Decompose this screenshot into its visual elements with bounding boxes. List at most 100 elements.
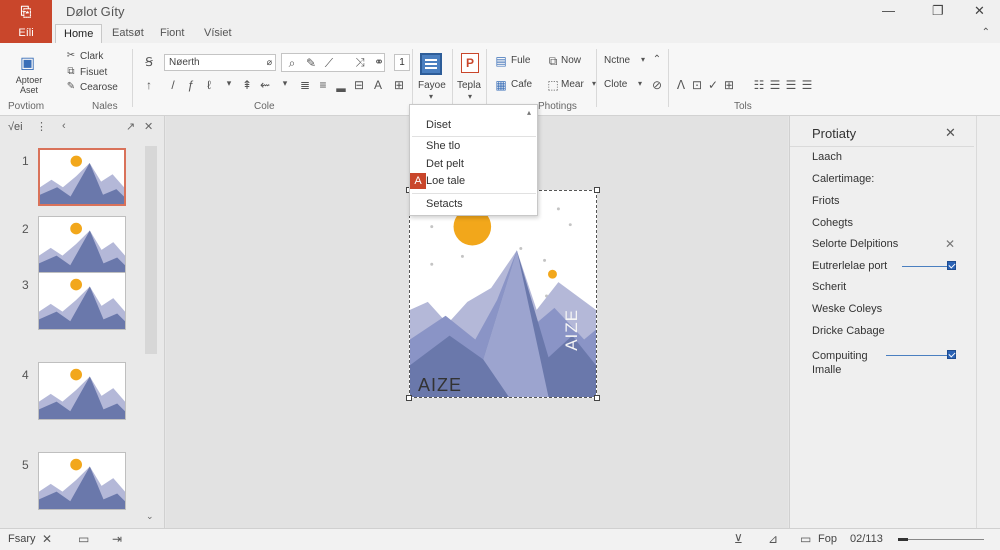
- collapse-ribbon-icon[interactable]: ⌃: [982, 27, 990, 38]
- slide-thumbnail[interactable]: [38, 452, 126, 510]
- template-label[interactable]: Tepla: [457, 80, 481, 91]
- pane-item-8[interactable]: Weske Coleys: [812, 303, 882, 315]
- slide-text-vertical[interactable]: AIZE: [562, 309, 582, 351]
- menu-item-3[interactable]: Det pelt: [426, 158, 464, 170]
- zoom-slider[interactable]: [898, 538, 984, 541]
- hash-icon[interactable]: ⇞: [240, 78, 254, 92]
- slide-thumbnail[interactable]: [38, 272, 126, 330]
- pane-item-3[interactable]: Friots: [812, 195, 840, 207]
- more-icon[interactable]: ⋮: [36, 120, 47, 133]
- layout-dropdown-icon[interactable]: ▾: [424, 92, 438, 101]
- template-dropdown-icon[interactable]: ▾: [463, 92, 477, 101]
- font-size-box[interactable]: 1: [394, 54, 410, 71]
- tab-insert[interactable]: Eatsøt: [104, 24, 152, 43]
- dropdown-icon-2[interactable]: ▾: [278, 78, 292, 89]
- align-left-icon[interactable]: ☷: [752, 78, 766, 92]
- app-icon[interactable]: ⎘: [0, 0, 52, 24]
- menu-item-4[interactable]: Loe tale: [426, 175, 465, 187]
- editing-item-2[interactable]: Clote: [604, 79, 627, 90]
- menu-item-2[interactable]: Ѕhe tlo: [426, 140, 460, 152]
- lock-icon[interactable]: ⊡: [690, 78, 704, 92]
- editing-dropdown-icon[interactable]: ▾: [636, 55, 650, 64]
- share-icon[interactable]: ⇥: [112, 532, 122, 546]
- clipboard-item-2[interactable]: Fisuet: [80, 67, 107, 78]
- tilde-icon[interactable]: ⇜: [258, 78, 272, 92]
- align-icon[interactable]: ⊟: [352, 78, 366, 92]
- strike-icon[interactable]: ƒ: [184, 78, 198, 92]
- indent-icon[interactable]: ≡: [316, 78, 330, 92]
- option-checkbox-2[interactable]: [947, 350, 956, 359]
- pane-scrollbar[interactable]: [976, 116, 977, 528]
- pane-item-6[interactable]: Eutrerlelae port: [812, 260, 887, 272]
- lines-icon[interactable]: ≣: [298, 78, 312, 92]
- fill-icon[interactable]: ▂: [334, 78, 348, 92]
- pane-item-7[interactable]: Scherit: [812, 281, 846, 293]
- clipboard-item-3[interactable]: Cearose: [80, 82, 118, 93]
- close-pane-icon[interactable]: ✕: [945, 125, 956, 141]
- font-name-box[interactable]: Nøerth ⌀: [164, 54, 276, 71]
- menu-item-5[interactable]: Setacts: [426, 198, 463, 210]
- status-close-icon[interactable]: ✕: [42, 532, 52, 546]
- grid-icon-2[interactable]: ⊞: [722, 78, 736, 92]
- expand-icon[interactable]: ↗: [126, 120, 135, 133]
- pane-item-5[interactable]: Selorte Delpitions: [812, 238, 898, 250]
- link-icon[interactable]: ⚭: [372, 55, 386, 69]
- option-checkbox-1[interactable]: [947, 261, 956, 270]
- align-right-icon[interactable]: ☰: [784, 78, 798, 92]
- present-icon[interactable]: ⊻: [734, 532, 743, 546]
- scrollbar-thumb[interactable]: [145, 146, 157, 354]
- grid-icon[interactable]: ⊞: [392, 78, 406, 92]
- pane-item-10[interactable]: Compuiting Imalle: [812, 349, 868, 377]
- brush-icon[interactable]: ⟋: [322, 56, 336, 71]
- editing-dropdown-icon-2[interactable]: ▾: [633, 79, 647, 88]
- tab-font[interactable]: Fiont: [152, 24, 192, 43]
- close-icon[interactable]: ✕: [144, 120, 153, 133]
- font-dropdown-icon[interactable]: ⌀: [267, 55, 272, 70]
- paste-button-label[interactable]: Aptoer Aset: [10, 75, 48, 95]
- more-dropdown-icon[interactable]: ▾: [587, 79, 601, 88]
- check-icon[interactable]: ✓: [706, 78, 720, 92]
- slide-image[interactable]: AIZE AIZE: [409, 190, 597, 398]
- paste-icon[interactable]: ▣: [20, 53, 35, 73]
- arrange-item-1[interactable]: Fule: [511, 55, 530, 66]
- remove-icon[interactable]: ✕: [945, 237, 955, 251]
- editing-item-1[interactable]: Nctne: [604, 55, 630, 66]
- fit-icon[interactable]: ▭: [800, 532, 811, 546]
- clipboard-item-1[interactable]: Clark: [80, 51, 103, 62]
- menu-item-1[interactable]: Diset: [426, 119, 451, 131]
- fit-label[interactable]: Fop: [818, 533, 837, 545]
- pen-icon[interactable]: ✎: [304, 56, 318, 70]
- pane-item-9[interactable]: Dricke Cabage: [812, 325, 885, 337]
- pane-item-4[interactable]: Cohegts: [812, 217, 853, 229]
- font-color-icon[interactable]: A: [371, 78, 385, 92]
- arrows-icon[interactable]: ⤨: [353, 55, 367, 70]
- slide-thumbnail[interactable]: [38, 216, 126, 274]
- scroll-down-icon[interactable]: ⌄: [146, 511, 154, 522]
- shape-icon[interactable]: ℓ: [202, 78, 216, 92]
- refresh-icon[interactable]: ⊘: [650, 78, 664, 92]
- tab-file[interactable]: Eíli: [0, 24, 52, 43]
- arrange-item-4[interactable]: Mear: [561, 79, 584, 90]
- thumbnail-scrollbar[interactable]: ⌄: [144, 142, 158, 522]
- slide-thumbnail[interactable]: [38, 362, 126, 420]
- italic-icon[interactable]: /: [166, 78, 180, 92]
- close-button[interactable]: ✕: [974, 3, 985, 19]
- minimize-button[interactable]: —: [882, 3, 895, 18]
- pane-item-1[interactable]: Laach: [812, 151, 842, 163]
- justify-icon[interactable]: ☰: [800, 78, 814, 92]
- tab-view[interactable]: Vísiet: [196, 24, 240, 43]
- search-icon[interactable]: ⌕: [285, 56, 299, 71]
- slide-thumbnail[interactable]: [38, 148, 126, 206]
- back-icon[interactable]: ‹: [62, 120, 66, 132]
- layout-button-label[interactable]: Fayoe: [418, 80, 446, 91]
- collapse-icon[interactable]: ⌃: [650, 54, 664, 65]
- pane-item-2[interactable]: Calertimage:: [812, 173, 874, 185]
- layout-button-icon[interactable]: [420, 53, 442, 75]
- notes-icon[interactable]: ▭: [78, 532, 89, 546]
- tab-home[interactable]: Home: [55, 24, 103, 43]
- resize-handle-bottom-left[interactable]: [406, 395, 412, 401]
- align-center-icon[interactable]: ☰: [768, 78, 782, 92]
- font-style-icon[interactable]: Ꞩ: [142, 55, 156, 69]
- resize-handle-bottom-right[interactable]: [594, 395, 600, 401]
- arrange-item-3[interactable]: Cafe: [511, 79, 532, 90]
